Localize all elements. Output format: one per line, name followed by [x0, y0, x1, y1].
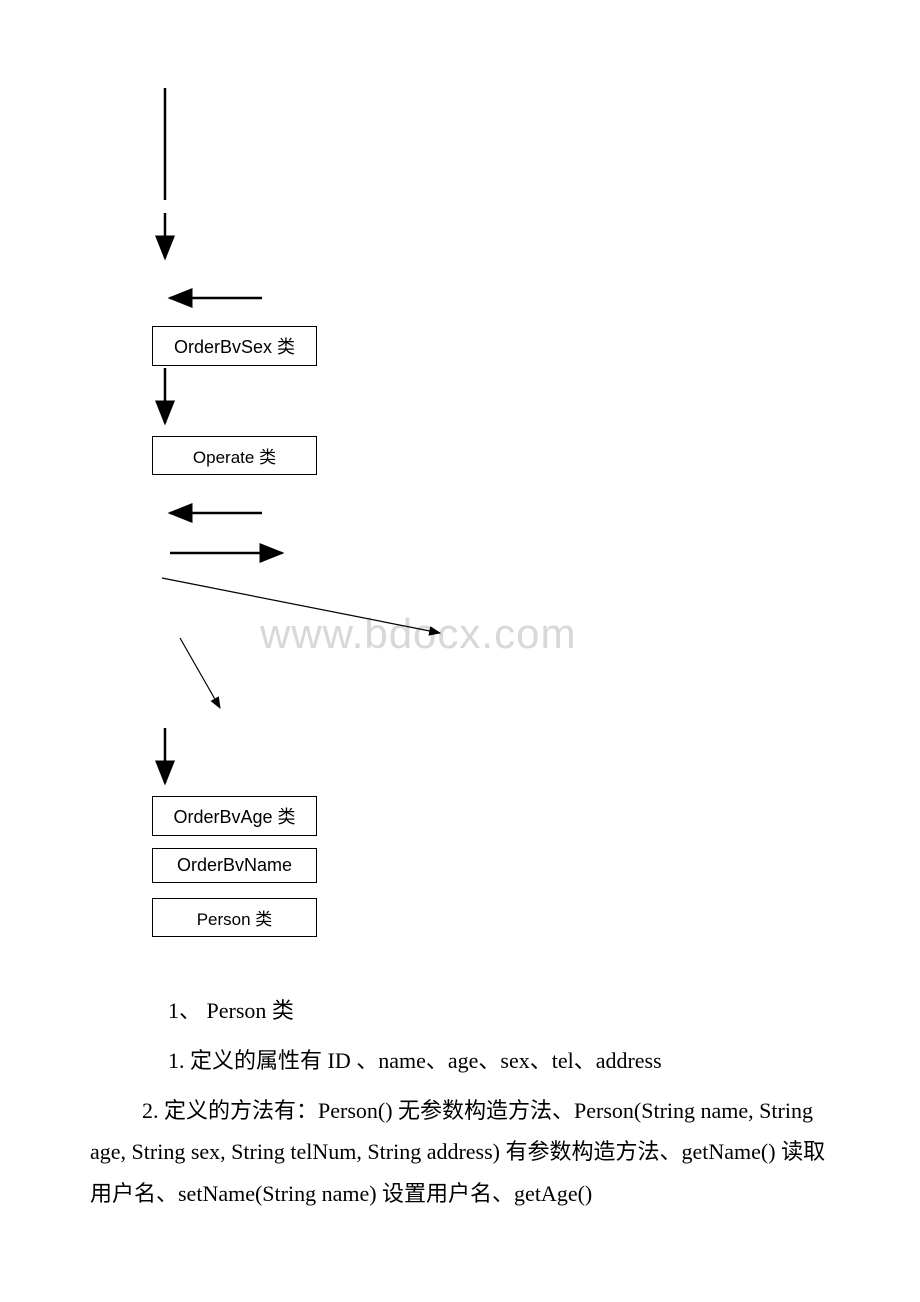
diagram-arrows	[152, 88, 652, 988]
text-line-2: 1. 定义的属性有 ID 、name、age、sex、tel、address	[90, 1040, 830, 1082]
body-text: 1、 Person 类 1. 定义的属性有 ID 、name、age、sex、t…	[90, 990, 830, 1223]
diagram-container: OrderBvSex 类 Operate 类 OrderBvAge 类 Orde…	[152, 88, 472, 938]
text-line-3: 2. 定义的方法有：Person() 无参数构造方法、Person(String…	[90, 1090, 830, 1215]
text-line-1: 1、 Person 类	[90, 990, 830, 1032]
